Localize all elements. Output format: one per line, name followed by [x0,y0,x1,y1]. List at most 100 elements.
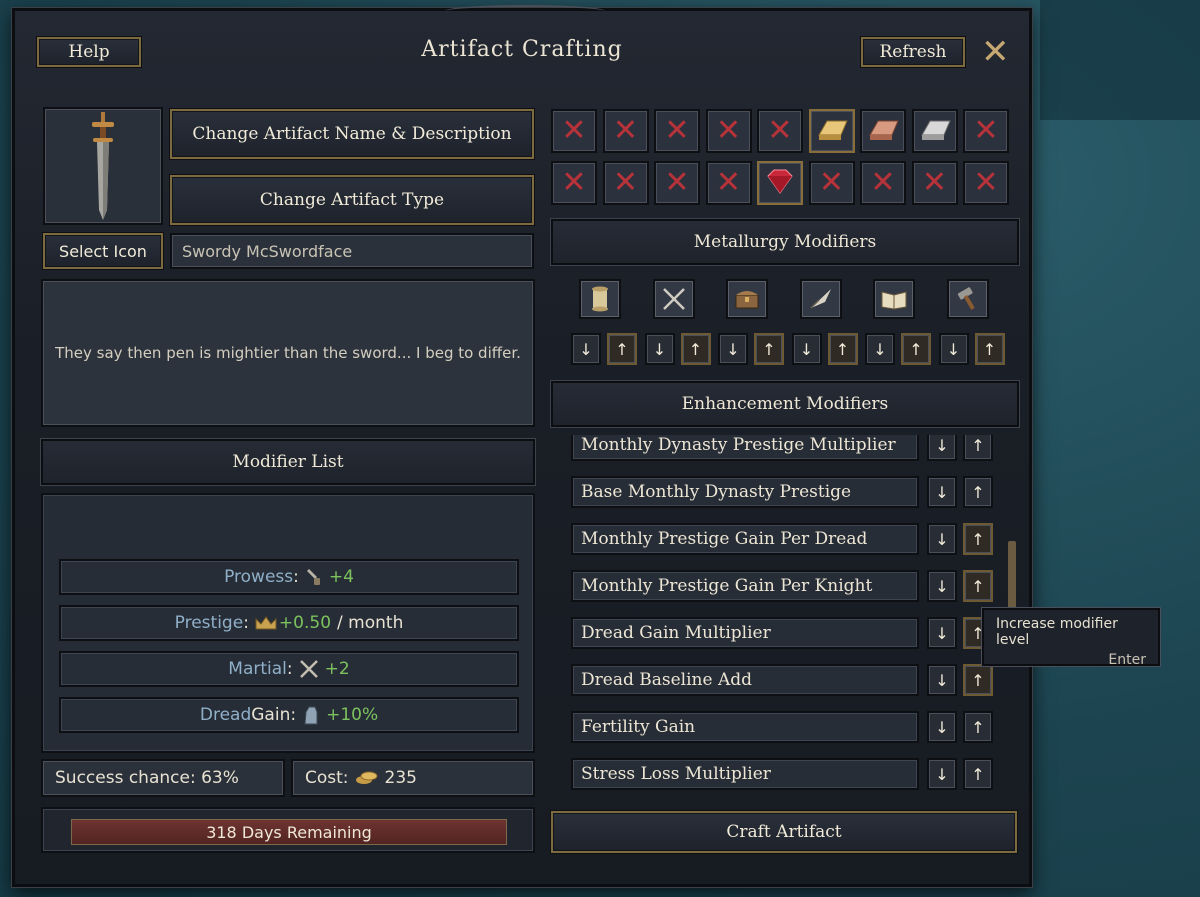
decrease-modifier-button[interactable]: ↓ [938,333,969,365]
silver-ingot-icon [918,115,952,147]
modifier-label: Prestige [174,613,244,633]
decrease-enhancement-button[interactable]: ↓ [927,617,957,649]
modifier-suffix: : [243,613,249,633]
increase-enhancement-button[interactable]: ↑ [963,476,993,508]
increase-enhancement-button[interactable]: ↑ [963,570,993,602]
decrease-modifier-button[interactable]: ↓ [644,333,675,365]
change-name-button[interactable]: Change Artifact Name & Description [170,109,534,159]
select-icon-button[interactable]: Select Icon [43,233,163,269]
artifact-name-input[interactable]: Swordy McSwordface [170,233,534,269]
modifier-row-prestige: Prestige: +0.50/ month [59,605,519,641]
enhancement-label: Dread Baseline Add [581,670,752,690]
chest-icon [733,287,761,311]
increase-enhancement-button[interactable]: ↑ [963,523,993,555]
metallurgy-category-scroll[interactable] [579,279,621,319]
unavailable-x-icon: ✕ [921,165,948,200]
decrease-enhancement-button[interactable]: ↓ [927,523,957,555]
increase-enhancement-button[interactable]: ↑ [963,711,993,743]
increase-modifier-button[interactable]: ↑ [607,333,637,365]
quill-icon [807,286,835,312]
modifier-label: Martial [228,659,287,679]
artifact-crafting-window: Help Artifact Crafting Refresh ✕ Change … [12,5,1032,887]
modifier-value: +4 [328,567,354,587]
unavailable-x-icon: ✕ [561,113,587,148]
material-slot-unavailable[interactable]: ✕ [705,161,752,205]
material-slot-copper-ingot[interactable] [860,109,906,153]
material-slot-unavailable[interactable]: ✕ [654,109,700,153]
enhancement-label: Base Monthly Dynasty Prestige [581,482,852,502]
material-slot-unavailable[interactable]: ✕ [602,161,649,205]
increase-enhancement-button[interactable]: ↑ [963,664,993,696]
increase-modifier-button[interactable]: ↑ [974,333,1005,365]
material-slot-unavailable[interactable]: ✕ [654,161,700,205]
material-slot-unavailable[interactable]: ✕ [757,109,803,153]
material-slot-unavailable[interactable]: ✕ [808,161,855,205]
artifact-description[interactable]: They say then pen is mightier than the s… [41,279,535,427]
decrease-modifier-button[interactable]: ↓ [791,333,822,365]
decrease-enhancement-button[interactable]: ↓ [927,570,957,602]
tooltip-hotkey: Enter [1108,652,1146,668]
decrease-modifier-button[interactable]: ↓ [865,333,895,365]
increase-modifier-button[interactable]: ↑ [901,333,931,365]
refresh-button[interactable]: Refresh [861,37,965,67]
decrease-enhancement-button[interactable]: ↓ [927,711,957,743]
enhancement-label: Stress Loss Multiplier [581,764,771,784]
material-slot-unavailable[interactable]: ✕ [963,109,1009,153]
material-slot-unavailable[interactable]: ✕ [705,109,752,153]
success-chance-text: Success chance: 63% [55,768,239,788]
material-slot-unavailable[interactable]: ✕ [963,161,1009,205]
enhancement-row: Stress Loss Multiplier [571,758,919,790]
unavailable-x-icon: ✕ [612,113,639,148]
cost-box: Cost: 235 [291,759,535,797]
metallurgy-category-book[interactable] [873,279,915,319]
artifact-icon-slot[interactable] [43,107,163,225]
material-slot-silver-ingot[interactable] [911,109,958,153]
increase-modifier-button[interactable]: ↑ [754,333,784,365]
scroll-icon [588,286,612,312]
craft-artifact-button[interactable]: Craft Artifact [551,811,1017,853]
prowess-icon [306,569,320,585]
hammer-icon [955,286,981,312]
increase-modifier-button[interactable]: ↑ [680,333,711,365]
unavailable-x-icon: ✕ [664,113,690,148]
material-slot-unavailable[interactable]: ✕ [602,109,649,153]
modifier-list: Prowess: +4 Prestige: +0.50/ month Marti… [41,493,535,753]
increase-modifier-button[interactable]: ↑ [827,333,858,365]
metallurgy-category-quill[interactable] [799,279,842,319]
increase-enhancement-button[interactable]: ↑ [963,758,993,790]
unavailable-x-icon: ✕ [973,113,999,148]
modifier-row-martial: Martial: +2 [59,651,519,687]
gauntlet-icon [304,706,318,725]
window-ornament [445,5,605,17]
metallurgy-category-hammer[interactable] [946,279,989,319]
decrease-modifier-button[interactable]: ↓ [718,333,748,365]
unavailable-x-icon: ✕ [715,165,742,200]
increase-enhancement-button[interactable]: ↑ [963,435,993,461]
ruby-gem-icon [764,167,796,199]
success-chance: Success chance: 63% [41,759,285,797]
material-slot-unavailable[interactable]: ✕ [551,161,597,205]
decrease-enhancement-button[interactable]: ↓ [927,664,957,696]
material-slot-gold-ingot[interactable] [808,109,855,153]
sword-icon [92,112,114,220]
unavailable-x-icon: ✕ [664,165,690,200]
unavailable-x-icon: ✕ [818,165,845,200]
decrease-enhancement-button[interactable]: ↓ [927,758,957,790]
material-slot-unavailable[interactable]: ✕ [860,161,906,205]
close-icon[interactable]: ✕ [981,35,1010,69]
decrease-enhancement-button[interactable]: ↓ [927,476,957,508]
metallurgy-category-crossed-swords[interactable] [652,279,695,319]
unavailable-x-icon: ✕ [767,113,793,148]
material-slot-unavailable[interactable]: ✕ [911,161,958,205]
unavailable-x-icon: ✕ [561,165,587,200]
material-slot-ruby-gem[interactable] [757,161,803,205]
metallurgy-category-chest[interactable] [726,279,768,319]
decrease-modifier-button[interactable]: ↓ [571,333,601,365]
material-slot-unavailable[interactable]: ✕ [551,109,597,153]
modifier-value: +10% [326,705,379,725]
change-type-button[interactable]: Change Artifact Type [170,175,534,225]
tooltip: Increase modifier level Enter [982,608,1160,668]
decrease-enhancement-button[interactable]: ↓ [927,435,957,461]
modifier-unit: / month [337,613,404,633]
timer-panel: 318 Days Remaining [41,807,535,853]
